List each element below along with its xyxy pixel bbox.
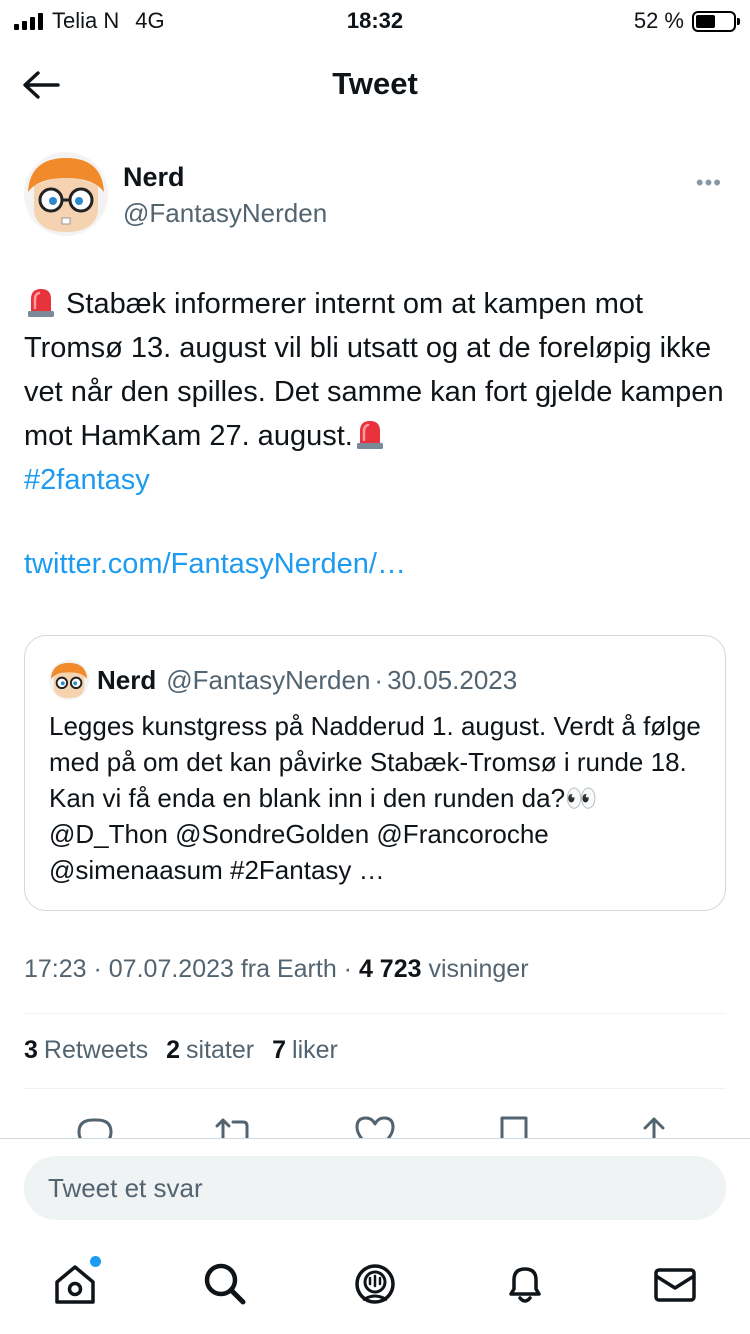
tweet-text: Stabæk informerer internt om at kampen m… xyxy=(24,282,734,502)
like-button[interactable] xyxy=(353,1112,397,1138)
more-options-button[interactable]: ••• xyxy=(696,170,722,196)
nerd-avatar-icon xyxy=(24,152,108,236)
tweet-meta: 17:23 · 07.07.2023 fra Earth · 4 723 vis… xyxy=(24,955,529,983)
share-icon xyxy=(643,1117,665,1138)
status-bar-right: 52 % xyxy=(633,8,740,34)
tweet-time: 17:23 xyxy=(24,955,87,983)
home-icon xyxy=(55,1265,95,1304)
battery-label: 52 % xyxy=(633,8,684,33)
divider xyxy=(24,1088,726,1089)
author-name[interactable]: Nerd xyxy=(123,162,185,193)
notification-dot xyxy=(90,1256,101,1267)
quoted-tweet-text: Legges kunstgress på Nadderud 1. august.… xyxy=(49,711,701,885)
bookmark-icon xyxy=(500,1116,528,1138)
nav-search[interactable] xyxy=(201,1260,249,1308)
status-bar: Telia N 4G 18:32 52 % xyxy=(0,0,750,42)
quotes-stat[interactable]: 2 sitater xyxy=(166,1036,254,1065)
spaces-icon xyxy=(355,1264,395,1304)
quoted-date: 30.05.2023 xyxy=(387,664,518,695)
rotating-light-icon xyxy=(356,421,383,449)
nav-notifications[interactable] xyxy=(501,1260,549,1308)
likes-label: liker xyxy=(292,1036,338,1064)
battery-fill xyxy=(696,14,715,28)
quotes-count: 2 xyxy=(166,1036,181,1064)
quoted-author-name: Nerd xyxy=(97,664,157,695)
reply-icon xyxy=(77,1118,113,1138)
quoted-tweet[interactable]: Nerd @FantasyNerden · 30.05.2023 Legges … xyxy=(24,635,726,911)
quoted-tweet-header: Nerd @FantasyNerden · 30.05.2023 xyxy=(49,660,517,700)
tweet-actions xyxy=(0,1108,750,1138)
nav-messages[interactable] xyxy=(651,1260,699,1308)
rotating-light-icon xyxy=(28,289,54,317)
bookmark-button[interactable] xyxy=(494,1112,538,1138)
quotes-label: sitater xyxy=(186,1036,255,1064)
reply-button[interactable] xyxy=(73,1112,117,1138)
battery-icon xyxy=(692,10,740,32)
bell-icon xyxy=(509,1267,541,1303)
tweet-date: 07.07.2023 xyxy=(108,955,234,983)
bottom-navigation xyxy=(0,1238,750,1334)
retweets-label: Retweets xyxy=(43,1036,149,1064)
reply-bar: Tweet et svar xyxy=(0,1138,750,1238)
retweets-count: 3 xyxy=(24,1036,38,1064)
likes-count: 7 xyxy=(272,1036,287,1064)
mail-icon xyxy=(654,1268,696,1302)
more-dots-icon: ••• xyxy=(695,170,722,195)
tweet-author: Nerd @FantasyNerden ••• xyxy=(24,152,726,242)
nav-spaces[interactable] xyxy=(351,1260,399,1308)
share-button[interactable] xyxy=(634,1112,678,1138)
author-handle[interactable]: @FantasyNerden xyxy=(123,198,327,229)
retweet-icon xyxy=(215,1118,249,1138)
page-title: Tweet xyxy=(332,66,418,101)
quoted-separator: · xyxy=(374,664,384,695)
reply-input[interactable]: Tweet et svar xyxy=(24,1156,726,1220)
tweet-source: fra Earth xyxy=(240,955,337,983)
header: Tweet xyxy=(0,50,750,120)
search-icon xyxy=(204,1263,246,1305)
tweet-stats: 3 Retweets 2 sitater 7 liker xyxy=(24,1036,338,1065)
views-count: 4 723 xyxy=(358,955,422,983)
heart-icon xyxy=(355,1116,395,1138)
views-label: visninger xyxy=(428,955,529,983)
retweets-stat[interactable]: 3 Retweets xyxy=(24,1036,148,1065)
nav-home[interactable] xyxy=(51,1256,101,1308)
tweet-link[interactable]: twitter.com/FantasyNerden/… xyxy=(24,548,406,581)
quoted-avatar xyxy=(49,660,89,700)
retweet-button[interactable] xyxy=(213,1112,257,1138)
likes-stat[interactable]: 7 liker xyxy=(272,1036,338,1065)
divider xyxy=(24,1013,726,1014)
avatar[interactable] xyxy=(24,152,108,236)
nerd-avatar-icon xyxy=(49,660,89,700)
quoted-author-handle: @FantasyNerden xyxy=(166,664,371,695)
tweet-hashtag[interactable]: #2fantasy xyxy=(24,464,150,496)
